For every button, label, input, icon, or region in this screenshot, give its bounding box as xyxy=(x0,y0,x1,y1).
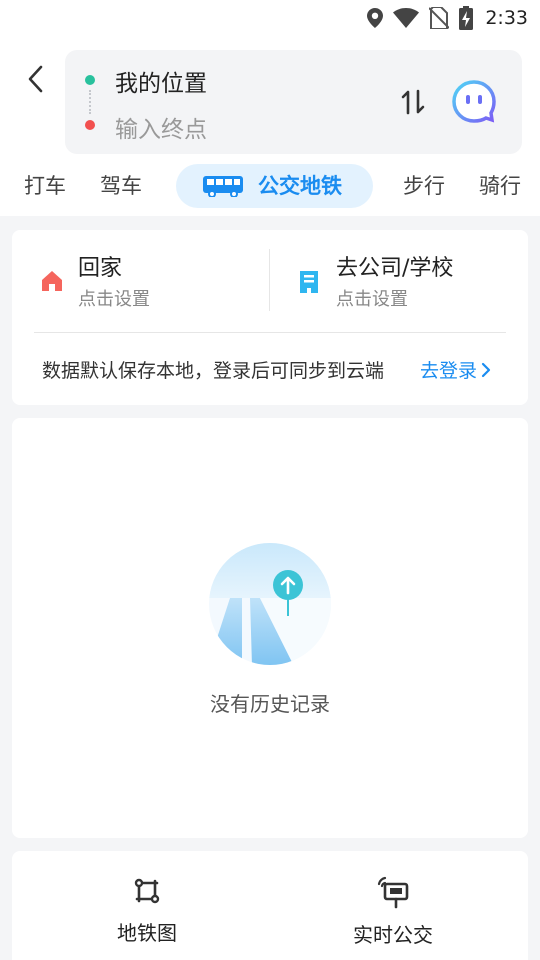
end-dot xyxy=(85,120,95,130)
home-icon xyxy=(42,271,62,291)
chevron-right-icon xyxy=(481,362,491,377)
wifi-icon xyxy=(393,8,420,28)
office-icon xyxy=(300,271,318,293)
work-shortcut[interactable]: 去公司/学校 点击设置 xyxy=(270,230,528,330)
route-connector xyxy=(89,90,91,114)
realtime-bus-icon xyxy=(377,876,409,909)
tab-transit-label: 公交地铁 xyxy=(258,174,342,198)
destination-input[interactable]: 输入终点 xyxy=(115,110,207,144)
home-title: 回家 xyxy=(78,256,123,281)
assistant-bot-icon xyxy=(452,80,496,123)
start-dot xyxy=(85,75,95,85)
origin-field[interactable]: 我的位置 xyxy=(115,64,207,98)
history-card: 没有历史记录 xyxy=(12,418,528,838)
divider xyxy=(34,332,506,333)
sync-notice: 数据默认保存本地，登录后可同步到云端 xyxy=(42,360,385,382)
realtime-bus-label: 实时公交 xyxy=(353,923,433,947)
work-subtitle: 点击设置 xyxy=(336,289,408,310)
location-icon xyxy=(367,8,384,28)
no-sim-icon xyxy=(429,7,450,29)
swap-icon xyxy=(401,89,425,115)
empty-history-illustration xyxy=(209,543,331,665)
realtime-bus-button[interactable]: 实时公交 xyxy=(323,875,463,948)
status-time: 2:33 xyxy=(485,7,528,29)
home-shortcut[interactable]: 回家 点击设置 xyxy=(12,230,269,330)
route-header: 我的位置 输入终点 打车 驾车 公交地铁 步行 骑行 xyxy=(0,36,540,216)
login-link[interactable]: 去登录 xyxy=(420,356,491,383)
subway-map-button[interactable]: 地铁图 xyxy=(77,875,217,946)
login-link-label: 去登录 xyxy=(420,360,478,382)
chevron-left-icon xyxy=(28,65,43,93)
route-input-box: 我的位置 输入终点 xyxy=(65,50,522,154)
assistant-button[interactable] xyxy=(451,79,497,125)
tab-taxi[interactable]: 打车 xyxy=(24,164,66,208)
work-title: 去公司/学校 xyxy=(336,256,454,281)
tools-card: 地铁图 实时公交 xyxy=(12,851,528,960)
tab-bike[interactable]: 骑行 xyxy=(479,164,521,208)
subway-map-icon xyxy=(134,878,160,904)
battery-charging-icon xyxy=(459,6,474,30)
tab-walk[interactable]: 步行 xyxy=(403,164,445,208)
home-subtitle: 点击设置 xyxy=(78,289,150,310)
subway-map-label: 地铁图 xyxy=(117,921,177,945)
empty-history-text: 没有历史记录 xyxy=(210,692,330,716)
swap-button[interactable] xyxy=(398,87,428,117)
travel-mode-tabs: 打车 驾车 公交地铁 步行 骑行 xyxy=(0,164,540,210)
status-bar: 2:33 xyxy=(0,0,540,36)
tab-transit[interactable]: 公交地铁 xyxy=(176,164,373,208)
favorites-card: 回家 点击设置 去公司/学校 点击设置 数据默认保存本地，登录后可同步到云端 去… xyxy=(12,230,528,405)
bus-icon xyxy=(203,176,243,197)
back-button[interactable] xyxy=(18,62,52,96)
tab-drive[interactable]: 驾车 xyxy=(100,164,142,208)
